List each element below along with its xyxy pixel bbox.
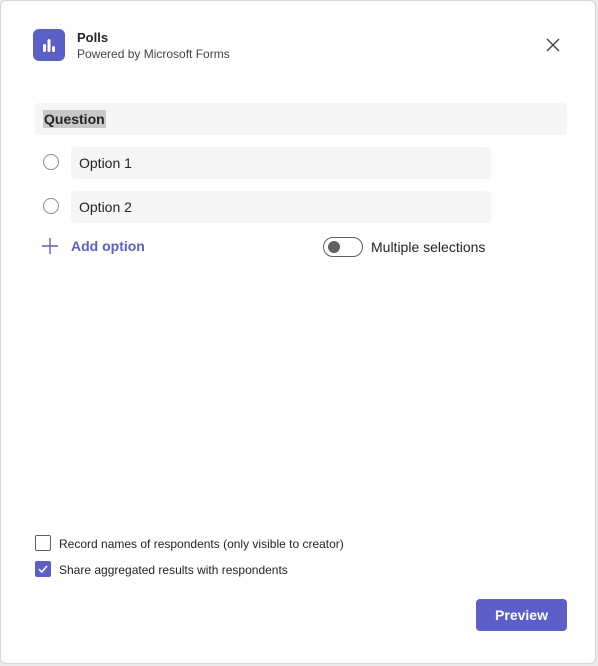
poll-chart-icon <box>33 29 65 61</box>
add-option-button[interactable]: Add option <box>41 237 145 255</box>
option-1-radio <box>43 154 59 170</box>
close-button[interactable] <box>543 35 563 55</box>
toggle-knob <box>328 241 340 253</box>
record-names-label: Record names of respondents (only visibl… <box>59 537 344 551</box>
app-title: Polls <box>77 30 109 45</box>
question-text: Question <box>43 110 106 128</box>
multiple-selections-toggle[interactable] <box>323 237 363 257</box>
preview-button[interactable]: Preview <box>476 599 567 631</box>
option-2-radio <box>43 198 59 214</box>
option-2-input[interactable]: Option 2 <box>71 191 491 223</box>
app-subtitle: Powered by Microsoft Forms <box>77 47 230 61</box>
close-icon <box>546 38 560 52</box>
polls-dialog: Polls Powered by Microsoft Forms Questio… <box>0 0 596 664</box>
share-results-checkbox[interactable] <box>35 561 51 577</box>
record-names-checkbox[interactable] <box>35 535 51 551</box>
share-results-label: Share aggregated results with respondent… <box>59 563 288 577</box>
option-1-input[interactable]: Option 1 <box>71 147 491 179</box>
question-input[interactable]: Question <box>35 103 567 135</box>
add-option-label: Add option <box>71 238 145 254</box>
multiple-selections-label: Multiple selections <box>371 239 486 255</box>
plus-icon <box>42 238 58 254</box>
checkmark-icon <box>38 565 48 574</box>
